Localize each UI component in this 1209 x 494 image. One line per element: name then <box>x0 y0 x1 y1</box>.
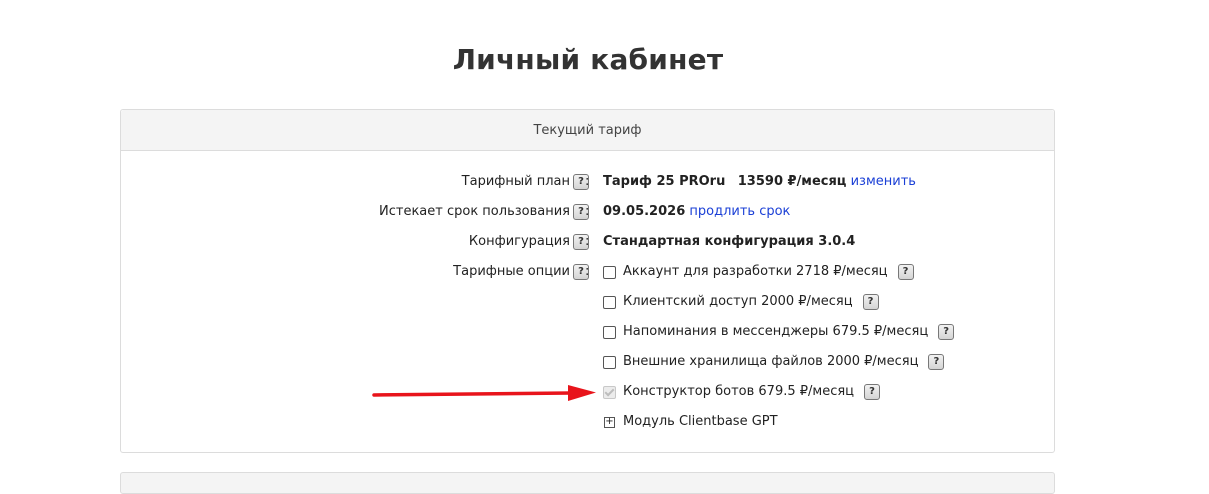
panel-header: Текущий тариф <box>121 110 1054 151</box>
page-title: Личный кабинет <box>452 43 724 76</box>
expiration-row: Истекает срок пользования? : 09.05.2026 … <box>121 202 1054 222</box>
option-label: Конструктор ботов 679.5 ₽/месяц <box>623 384 855 399</box>
option-checkbox-messenger-reminders[interactable] <box>603 325 616 339</box>
option-checkbox-external-storage[interactable] <box>603 355 616 369</box>
configuration-label: Конфигурация <box>468 234 570 249</box>
help-icon[interactable]: ? <box>938 324 955 340</box>
option-item: Клиентский доступ 2000 ₽/месяц ? <box>603 292 879 312</box>
extend-term-link[interactable]: продлить срок <box>689 204 790 219</box>
option-item: Напоминания в мессенджеры 679.5 ₽/месяц … <box>603 322 955 342</box>
colon: : <box>585 204 590 219</box>
next-panel-edge <box>120 472 1055 494</box>
help-icon[interactable]: ? <box>862 294 879 310</box>
option-checkbox-dev-account[interactable] <box>603 265 616 279</box>
help-icon[interactable]: ? <box>864 384 881 400</box>
option-label: Внешние хранилища файлов 2000 ₽/месяц <box>623 354 919 369</box>
module-label[interactable]: Модуль Clientbase GPT <box>623 412 778 432</box>
colon: : <box>585 234 590 249</box>
expiration-date: 09.05.2026 <box>603 204 686 219</box>
option-row: Внешние хранилища файлов 2000 ₽/месяц ? <box>121 352 1054 372</box>
option-label: Аккаунт для разработки 2718 ₽/месяц <box>623 264 888 279</box>
expiration-label: Истекает срок пользования <box>379 204 570 219</box>
tariff-plan-row: Тарифный план? : Тариф 25 PROru 13590 ₽/… <box>121 172 1054 192</box>
tariff-plan-value: Тариф 25 PROru 13590 ₽/месяц изменить <box>603 172 916 192</box>
help-icon[interactable]: ? <box>928 354 945 370</box>
option-item: Аккаунт для разработки 2718 ₽/месяц ? <box>603 262 914 282</box>
module-row: + Модуль Clientbase GPT <box>121 412 1054 432</box>
tariff-price: 13590 ₽/месяц <box>737 174 847 189</box>
expiration-label-wrap: Истекает срок пользования? <box>379 202 589 222</box>
tariff-name: Тариф 25 PROru <box>603 174 726 189</box>
option-row: Клиентский доступ 2000 ₽/месяц ? <box>121 292 1054 312</box>
configuration-value: Стандартная конфигурация 3.0.4 <box>603 234 856 249</box>
option-item: Внешние хранилища файлов 2000 ₽/месяц ? <box>603 352 945 372</box>
plus-box-icon[interactable]: + <box>604 416 615 428</box>
option-label: Напоминания в мессенджеры 679.5 ₽/месяц <box>623 324 929 339</box>
change-tariff-link[interactable]: изменить <box>851 174 916 189</box>
arrow-head <box>568 385 596 401</box>
help-icon[interactable]: ? <box>897 264 914 280</box>
option-checkbox-bot-builder <box>603 385 616 399</box>
configuration-row: Конфигурация? : Стандартная конфигурация… <box>121 232 1054 252</box>
tariff-plan-label-wrap: Тарифный план? <box>462 172 589 192</box>
module-item: + Модуль Clientbase GPT <box>603 412 778 432</box>
red-arrow-annotation <box>372 385 596 401</box>
option-row: Напоминания в мессенджеры 679.5 ₽/месяц … <box>121 322 1054 342</box>
tariff-plan-label: Тарифный план <box>461 174 570 189</box>
colon: : <box>585 174 590 189</box>
expiration-value: 09.05.2026 продлить срок <box>603 202 790 222</box>
option-label: Клиентский доступ 2000 ₽/месяц <box>623 294 853 309</box>
arrow-shaft <box>372 391 574 397</box>
option-checkbox-client-access[interactable] <box>603 295 616 309</box>
option-item: Конструктор ботов 679.5 ₽/месяц ? <box>603 382 881 402</box>
option-row: Аккаунт для разработки 2718 ₽/месяц ? <box>121 262 1054 282</box>
configuration-label-wrap: Конфигурация? <box>469 232 589 252</box>
